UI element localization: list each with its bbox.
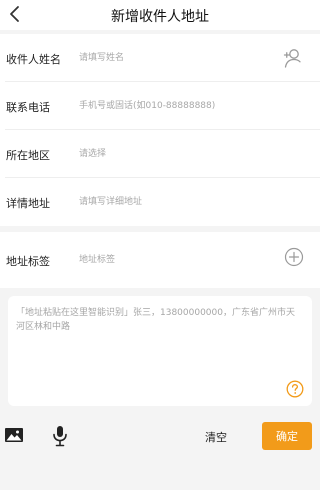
smart-paste-box — [8, 296, 312, 406]
image-icon[interactable] — [4, 425, 24, 445]
address-form: 收件人姓名 联系电话 所在地区 详情地址 — [0, 34, 320, 226]
tag-label: 地址标签 — [6, 255, 50, 268]
region-row[interactable]: 所在地区 — [0, 130, 320, 178]
bottom-toolbar: 清空 确定 — [0, 412, 320, 460]
confirm-button[interactable]: 确定 — [262, 422, 312, 450]
phone-row: 联系电话 — [0, 82, 320, 130]
detail-label: 详情地址 — [6, 197, 50, 210]
phone-input[interactable] — [79, 96, 279, 116]
detail-address-input[interactable] — [79, 192, 279, 212]
paste-address-textarea[interactable] — [16, 306, 302, 366]
tag-input[interactable] — [79, 250, 279, 270]
clear-button[interactable]: 清空 — [205, 429, 227, 445]
top-bar: 新增收件人地址 — [0, 0, 320, 30]
detail-row: 详情地址 — [0, 178, 320, 226]
page-title: 新增收件人地址 — [111, 9, 209, 25]
add-contact-icon[interactable] — [282, 46, 306, 70]
phone-label: 联系电话 — [6, 101, 50, 114]
name-row: 收件人姓名 — [0, 34, 320, 82]
plus-circle-icon[interactable] — [284, 247, 304, 267]
region-select[interactable] — [79, 144, 279, 164]
tag-row: 地址标签 — [0, 232, 320, 288]
microphone-icon[interactable] — [50, 425, 70, 447]
name-input[interactable] — [79, 48, 279, 68]
name-label: 收件人姓名 — [6, 53, 61, 66]
region-label: 所在地区 — [6, 149, 50, 162]
question-circle-icon[interactable] — [286, 380, 304, 398]
